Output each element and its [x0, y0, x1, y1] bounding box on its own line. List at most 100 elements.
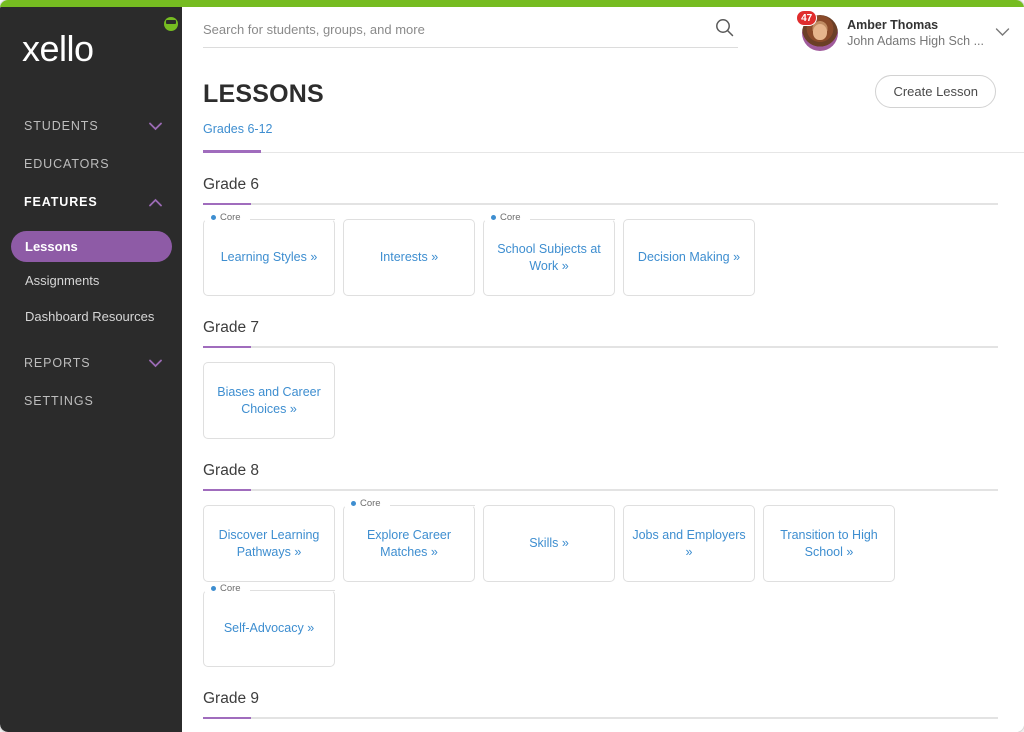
core-badge: Core	[491, 213, 524, 223]
sidebar-item-label: FEATURES	[24, 195, 98, 209]
grade-underline	[203, 346, 998, 348]
core-badge: Core	[351, 499, 384, 509]
profile-name: Amber Thomas	[847, 17, 939, 32]
core-dot-icon	[211, 215, 216, 221]
sidebar-item-label: Dashboard Resources	[25, 308, 155, 324]
core-badge-label: Core	[220, 212, 241, 223]
tab-active-indicator	[203, 150, 261, 153]
app-window: xello STUDENTS EDUCATORS FEATURES Lesson…	[0, 0, 1024, 732]
grade-underline	[203, 203, 998, 205]
lesson-card-grid: Biases and Career Choices »	[203, 362, 1013, 439]
lesson-card[interactable]: Jobs and Employers »	[623, 505, 755, 582]
grade-heading: Grade 8	[203, 462, 998, 491]
logo-text: xello	[22, 28, 94, 69]
top-bar: 47 Amber Thomas John Adams High Sch ...	[182, 7, 1024, 62]
page-header: LESSONS Create Lesson	[182, 62, 1024, 120]
profile-text: Amber Thomas John Adams High Sch ...	[847, 17, 984, 50]
notification-badge[interactable]: 47	[796, 10, 818, 26]
sidebar-item-label: Assignments	[25, 272, 100, 288]
sidebar: xello STUDENTS EDUCATORS FEATURES Lesson…	[0, 3, 182, 732]
grade-title: Grade 7	[203, 319, 260, 336]
lesson-card-label: Transition to High School »	[780, 527, 878, 559]
top-accent-bar	[0, 0, 1024, 7]
search-input[interactable]	[203, 22, 738, 48]
lesson-card-grid: Core Learning Styles » Interests » Core Scho…	[203, 213, 1013, 296]
tab-bar: Grades 6-12	[203, 120, 1024, 153]
grade-underline	[203, 489, 998, 491]
lesson-card[interactable]: Core Self-Advocacy »	[203, 584, 335, 667]
profile-menu[interactable]: 47 Amber Thomas John Adams High Sch ...	[796, 10, 1010, 51]
chevron-up-icon	[149, 198, 162, 207]
core-dot-icon	[351, 501, 356, 507]
main-content: 47 Amber Thomas John Adams High Sch ... …	[182, 7, 1024, 732]
lesson-card[interactable]: Decision Making »	[623, 219, 755, 296]
lesson-card-label: Learning Styles »	[220, 250, 318, 265]
search-underline	[203, 47, 738, 48]
avatar-wrapper: 47	[796, 10, 839, 51]
profile-organization: John Adams High Sch ...	[847, 34, 984, 48]
lesson-card-label: School Subjects at Work »	[497, 241, 601, 273]
chevron-down-icon[interactable]	[995, 24, 1010, 42]
lesson-card[interactable]: Skills »	[483, 505, 615, 582]
core-badge-label: Core	[500, 212, 521, 223]
core-badge-label: Core	[220, 583, 241, 594]
grade-section: Grade 8 Discover Learning Pathways » Core E…	[203, 439, 1024, 667]
sidebar-item-reports[interactable]: REPORTS	[0, 344, 182, 382]
lesson-card[interactable]: Core Explore Career Matches »	[343, 499, 475, 582]
lesson-card-grid: Discover Learning Pathways » Core Explore …	[203, 499, 1013, 667]
sidebar-item-label: REPORTS	[24, 356, 91, 370]
app-logo[interactable]: xello	[22, 17, 182, 71]
lesson-card[interactable]: Biases and Career Choices »	[203, 362, 335, 439]
lesson-card[interactable]: Interests »	[343, 219, 475, 296]
sidebar-item-dashboard-resources[interactable]: Dashboard Resources	[0, 298, 182, 334]
lesson-card-label: Interests »	[379, 250, 439, 265]
grade-section: Grade 9Program Prospects »Personality St…	[203, 667, 1024, 729]
grade-underline	[203, 717, 998, 719]
lessons-list: Grade 6 Core Learning Styles » Interests » C…	[182, 153, 1024, 729]
lesson-card-label: Biases and Career Choices »	[217, 384, 321, 416]
lesson-card-label: Discover Learning Pathways »	[218, 527, 320, 559]
core-dot-icon	[491, 215, 496, 221]
sidebar-item-educators[interactable]: EDUCATORS	[0, 145, 182, 183]
lesson-card[interactable]: Transition to High School »	[763, 505, 895, 582]
sidebar-item-label: STUDENTS	[24, 119, 99, 133]
sidebar-item-settings[interactable]: SETTINGS	[0, 382, 182, 420]
tab-divider	[203, 152, 1024, 153]
search-icon[interactable]	[715, 18, 734, 42]
grade-section: Grade 7 Biases and Career Choices »	[203, 296, 1024, 439]
grade-section: Grade 6 Core Learning Styles » Interests » C…	[203, 153, 1024, 296]
grade-heading: Grade 6	[203, 176, 998, 205]
lesson-card[interactable]: Core Learning Styles »	[203, 213, 335, 296]
lesson-card-label: Decision Making »	[637, 250, 741, 265]
grade-heading: Grade 9	[203, 690, 998, 719]
sidebar-item-features[interactable]: FEATURES	[0, 183, 182, 221]
grade-title: Grade 8	[203, 462, 260, 479]
sidebar-item-label: Lessons	[25, 239, 78, 254]
lesson-card-label: Self-Advocacy »	[223, 621, 315, 636]
sidebar-item-label: EDUCATORS	[24, 157, 110, 171]
create-lesson-button[interactable]: Create Lesson	[875, 75, 996, 108]
lesson-card-label: Skills »	[529, 536, 569, 551]
lesson-card-label: Jobs and Employers »	[632, 527, 746, 559]
grade-heading: Grade 7	[203, 319, 998, 348]
core-dot-icon	[211, 586, 216, 592]
tab-grades-6-12[interactable]: Grades 6-12	[203, 122, 272, 149]
sidebar-item-assignments[interactable]: Assignments	[0, 262, 182, 298]
sidebar-item-students[interactable]: STUDENTS	[0, 107, 182, 145]
sidebar-item-label: SETTINGS	[24, 394, 94, 408]
lesson-card[interactable]: Core School Subjects at Work »	[483, 213, 615, 296]
sidebar-item-lessons[interactable]: Lessons	[11, 231, 172, 262]
search-container	[203, 18, 738, 48]
core-badge-label: Core	[360, 498, 381, 509]
lesson-card-label: Explore Career Matches »	[366, 527, 452, 559]
logo-smile-icon	[164, 17, 178, 31]
lesson-card[interactable]: Discover Learning Pathways »	[203, 505, 335, 582]
core-badge: Core	[211, 213, 244, 223]
grade-title: Grade 9	[203, 690, 260, 707]
chevron-down-icon	[149, 122, 162, 131]
grade-title: Grade 6	[203, 176, 260, 193]
chevron-down-icon	[149, 359, 162, 368]
core-badge: Core	[211, 584, 244, 594]
